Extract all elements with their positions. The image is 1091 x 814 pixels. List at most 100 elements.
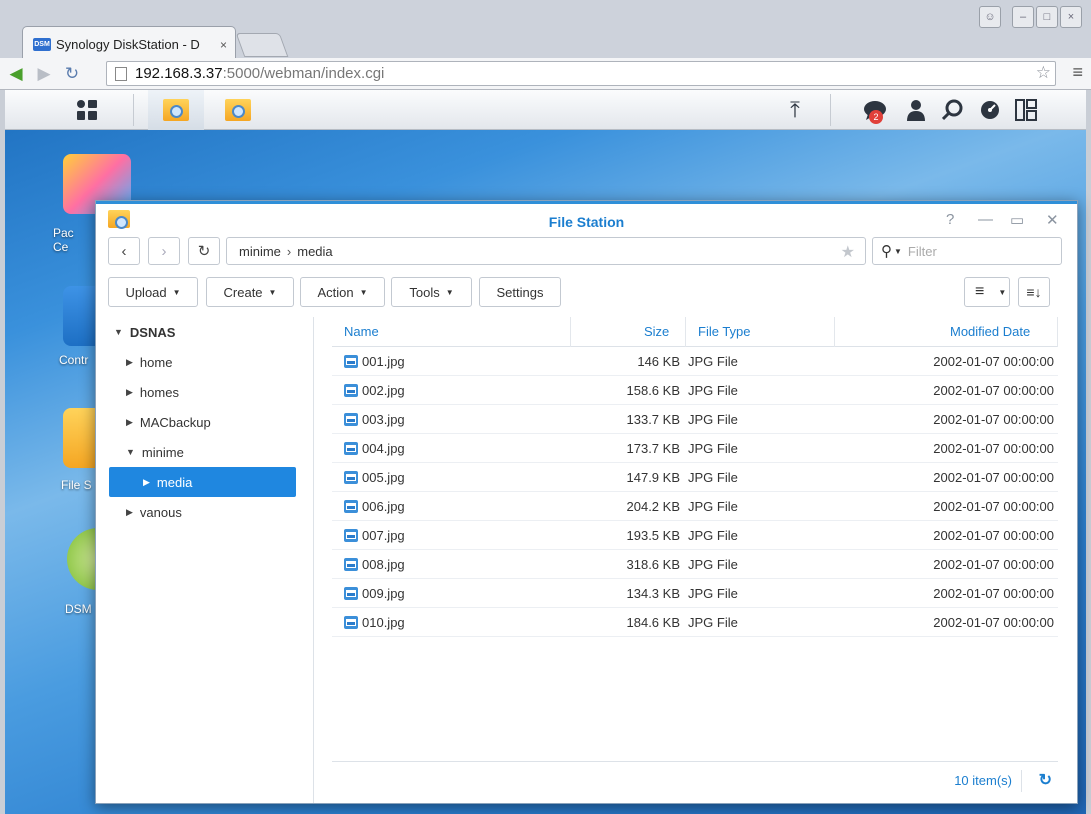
minimize-icon[interactable]: – bbox=[1012, 6, 1034, 28]
settings-button[interactable]: Settings bbox=[479, 277, 561, 307]
upload-button[interactable]: Upload ▼ bbox=[108, 277, 198, 307]
table-row[interactable]: 001.jpg 146 KB JPG File 2002-01-07 00:00:00 bbox=[332, 347, 1058, 376]
column-divider[interactable] bbox=[685, 317, 686, 347]
tree-item-home[interactable]: ▶ home bbox=[126, 347, 306, 377]
file-modified: 2002-01-07 00:00:00 bbox=[933, 528, 1054, 543]
minimize-window-icon[interactable]: — bbox=[978, 211, 993, 228]
tree-item-minime[interactable]: ▼ minime bbox=[126, 437, 306, 467]
search-icon[interactable] bbox=[935, 90, 971, 130]
tools-label: Tools bbox=[409, 284, 440, 300]
table-row[interactable]: 002.jpg 158.6 KB JPG File 2002-01-07 00:00:… bbox=[332, 376, 1058, 405]
breadcrumb-separator: › bbox=[286, 243, 292, 259]
file-size: 318.6 KB bbox=[626, 557, 681, 572]
action-button[interactable]: Action ▼ bbox=[300, 277, 385, 307]
filter-placeholder: Filter bbox=[907, 243, 937, 259]
file-type: JPG File bbox=[688, 499, 738, 514]
table-row[interactable]: 003.jpg 133.7 KB JPG File 2002-01-07 00:00:… bbox=[332, 405, 1058, 434]
refresh-button[interactable]: ↻ bbox=[188, 237, 220, 265]
tree-item-media[interactable]: ▶ media bbox=[109, 467, 296, 497]
tree-item-vanous[interactable]: ▶ vanous bbox=[126, 497, 306, 527]
file-modified: 2002-01-07 00:00:00 bbox=[933, 441, 1054, 456]
collapse-triangle-icon[interactable]: ▶ bbox=[126, 417, 133, 428]
bookmark-star-icon[interactable]: ☆ bbox=[1036, 63, 1051, 83]
column-header-size[interactable]: Size bbox=[644, 324, 669, 339]
close-window-x-icon[interactable]: ✕ bbox=[1046, 211, 1059, 229]
forward-button[interactable]: › bbox=[148, 237, 180, 265]
list-view-icon: ≡ bbox=[975, 283, 985, 300]
breadcrumb-item[interactable]: minime bbox=[239, 244, 281, 259]
window-header: File Station ? — ▭ ✕ bbox=[96, 201, 1077, 237]
file-modified: 2002-01-07 00:00:00 bbox=[933, 586, 1054, 601]
control-panel-label: Contr bbox=[59, 353, 89, 367]
file-name: 006.jpg bbox=[362, 499, 405, 514]
profile-icon[interactable]: ☺ bbox=[979, 6, 1001, 28]
maximize-window-icon[interactable]: ▭ bbox=[1010, 211, 1024, 229]
tree-item-homes[interactable]: ▶ homes bbox=[126, 377, 306, 407]
table-row[interactable]: 005.jpg 147.9 KB JPG File 2002-01-07 00:00:… bbox=[332, 463, 1058, 492]
refresh-icon[interactable]: ↻ bbox=[1039, 770, 1052, 790]
table-row[interactable]: 006.jpg 204.2 KB JPG File 2002-01-07 00:00:… bbox=[332, 492, 1058, 521]
file-name: 010.jpg bbox=[362, 615, 405, 630]
upload-queue-icon[interactable]: ⤒ bbox=[775, 90, 815, 130]
column-header-modified[interactable]: Modified Date bbox=[950, 324, 1030, 339]
image-file-icon bbox=[344, 616, 358, 629]
taskbar-file-station-2[interactable] bbox=[210, 90, 266, 130]
new-tab-button[interactable] bbox=[235, 33, 289, 57]
collapse-triangle-icon[interactable]: ▶ bbox=[143, 477, 150, 488]
favorite-star-icon[interactable]: ★ bbox=[841, 242, 855, 262]
close-window-icon[interactable]: × bbox=[1060, 6, 1082, 28]
breadcrumb-item[interactable]: media bbox=[297, 244, 332, 259]
table-row[interactable]: 009.jpg 134.3 KB JPG File 2002-01-07 00:00:… bbox=[332, 579, 1058, 608]
collapse-triangle-icon[interactable]: ▶ bbox=[126, 357, 133, 368]
maximize-icon[interactable]: □ bbox=[1036, 6, 1058, 28]
back-arrow-icon[interactable]: ◀ bbox=[4, 63, 28, 85]
caret-down-icon: ▼ bbox=[998, 287, 1007, 297]
main-menu-icon[interactable] bbox=[57, 90, 117, 130]
search-dropdown-icon[interactable]: ⚲ bbox=[881, 242, 892, 260]
address-bar[interactable]: 192.168.3.37:5000/webman/index.cgi ☆ bbox=[106, 61, 1056, 86]
tools-button[interactable]: Tools ▼ bbox=[391, 277, 472, 307]
file-name: 002.jpg bbox=[362, 383, 405, 398]
chrome-menu-icon[interactable]: ≡ bbox=[1072, 62, 1083, 83]
file-list-header: Name Size File Type Modified Date bbox=[332, 317, 1058, 347]
filter-input[interactable]: ⚲ ▼ Filter bbox=[872, 237, 1062, 265]
column-header-name[interactable]: Name bbox=[344, 324, 379, 339]
user-icon[interactable] bbox=[898, 90, 934, 130]
column-divider[interactable] bbox=[834, 317, 835, 347]
chevron-left-icon: ‹ bbox=[121, 242, 127, 260]
table-row[interactable]: 004.jpg 173.7 KB JPG File 2002-01-07 00:00:… bbox=[332, 434, 1058, 463]
tree-item-macbackup[interactable]: ▶ MACbackup bbox=[126, 407, 306, 437]
sort-button[interactable]: ≡↓ bbox=[1018, 277, 1050, 307]
notifications-icon[interactable]: 2 bbox=[855, 90, 895, 130]
collapse-triangle-icon[interactable]: ▶ bbox=[126, 507, 133, 518]
resource-monitor-icon[interactable] bbox=[972, 90, 1008, 130]
reload-icon[interactable]: ↻ bbox=[60, 63, 84, 85]
create-label: Create bbox=[223, 284, 263, 300]
expand-triangle-icon[interactable]: ▼ bbox=[114, 327, 123, 337]
taskbar-file-station-1[interactable] bbox=[148, 90, 204, 130]
collapse-triangle-icon[interactable]: ▶ bbox=[126, 387, 133, 398]
table-row[interactable]: 008.jpg 318.6 KB JPG File 2002-01-07 00:00:… bbox=[332, 550, 1058, 579]
tree-root[interactable]: ▼ DSNAS bbox=[114, 317, 304, 347]
back-button[interactable]: ‹ bbox=[108, 237, 140, 265]
table-row[interactable]: 010.jpg 184.6 KB JPG File 2002-01-07 00:00:… bbox=[332, 608, 1058, 637]
file-list: Name Size File Type Modified Date 001.jp… bbox=[332, 317, 1064, 803]
file-size: 184.6 KB bbox=[626, 615, 681, 630]
widgets-icon[interactable] bbox=[1008, 90, 1044, 130]
expand-triangle-icon[interactable]: ▼ bbox=[126, 447, 135, 457]
tree-root-label: DSNAS bbox=[129, 324, 176, 340]
file-station-icon bbox=[163, 99, 189, 121]
forward-arrow-icon[interactable]: ▶ bbox=[32, 63, 56, 85]
view-mode-button[interactable]: ≡ ▼ bbox=[964, 277, 1010, 307]
sort-icon: ≡↓ bbox=[1026, 284, 1042, 300]
create-button[interactable]: Create ▼ bbox=[206, 277, 294, 307]
column-header-type[interactable]: File Type bbox=[698, 324, 751, 339]
browser-tab[interactable]: DSM Synology DiskStation - D × bbox=[22, 26, 236, 62]
tab-close-icon[interactable]: × bbox=[220, 38, 227, 52]
caret-down-icon: ▼ bbox=[894, 246, 902, 256]
help-icon[interactable]: ? bbox=[946, 211, 954, 228]
column-divider[interactable] bbox=[570, 317, 571, 347]
path-breadcrumb[interactable]: minime › media ★ bbox=[226, 237, 866, 265]
table-row[interactable]: 007.jpg 193.5 KB JPG File 2002-01-07 00:00:… bbox=[332, 521, 1058, 550]
column-divider[interactable] bbox=[1057, 317, 1058, 347]
